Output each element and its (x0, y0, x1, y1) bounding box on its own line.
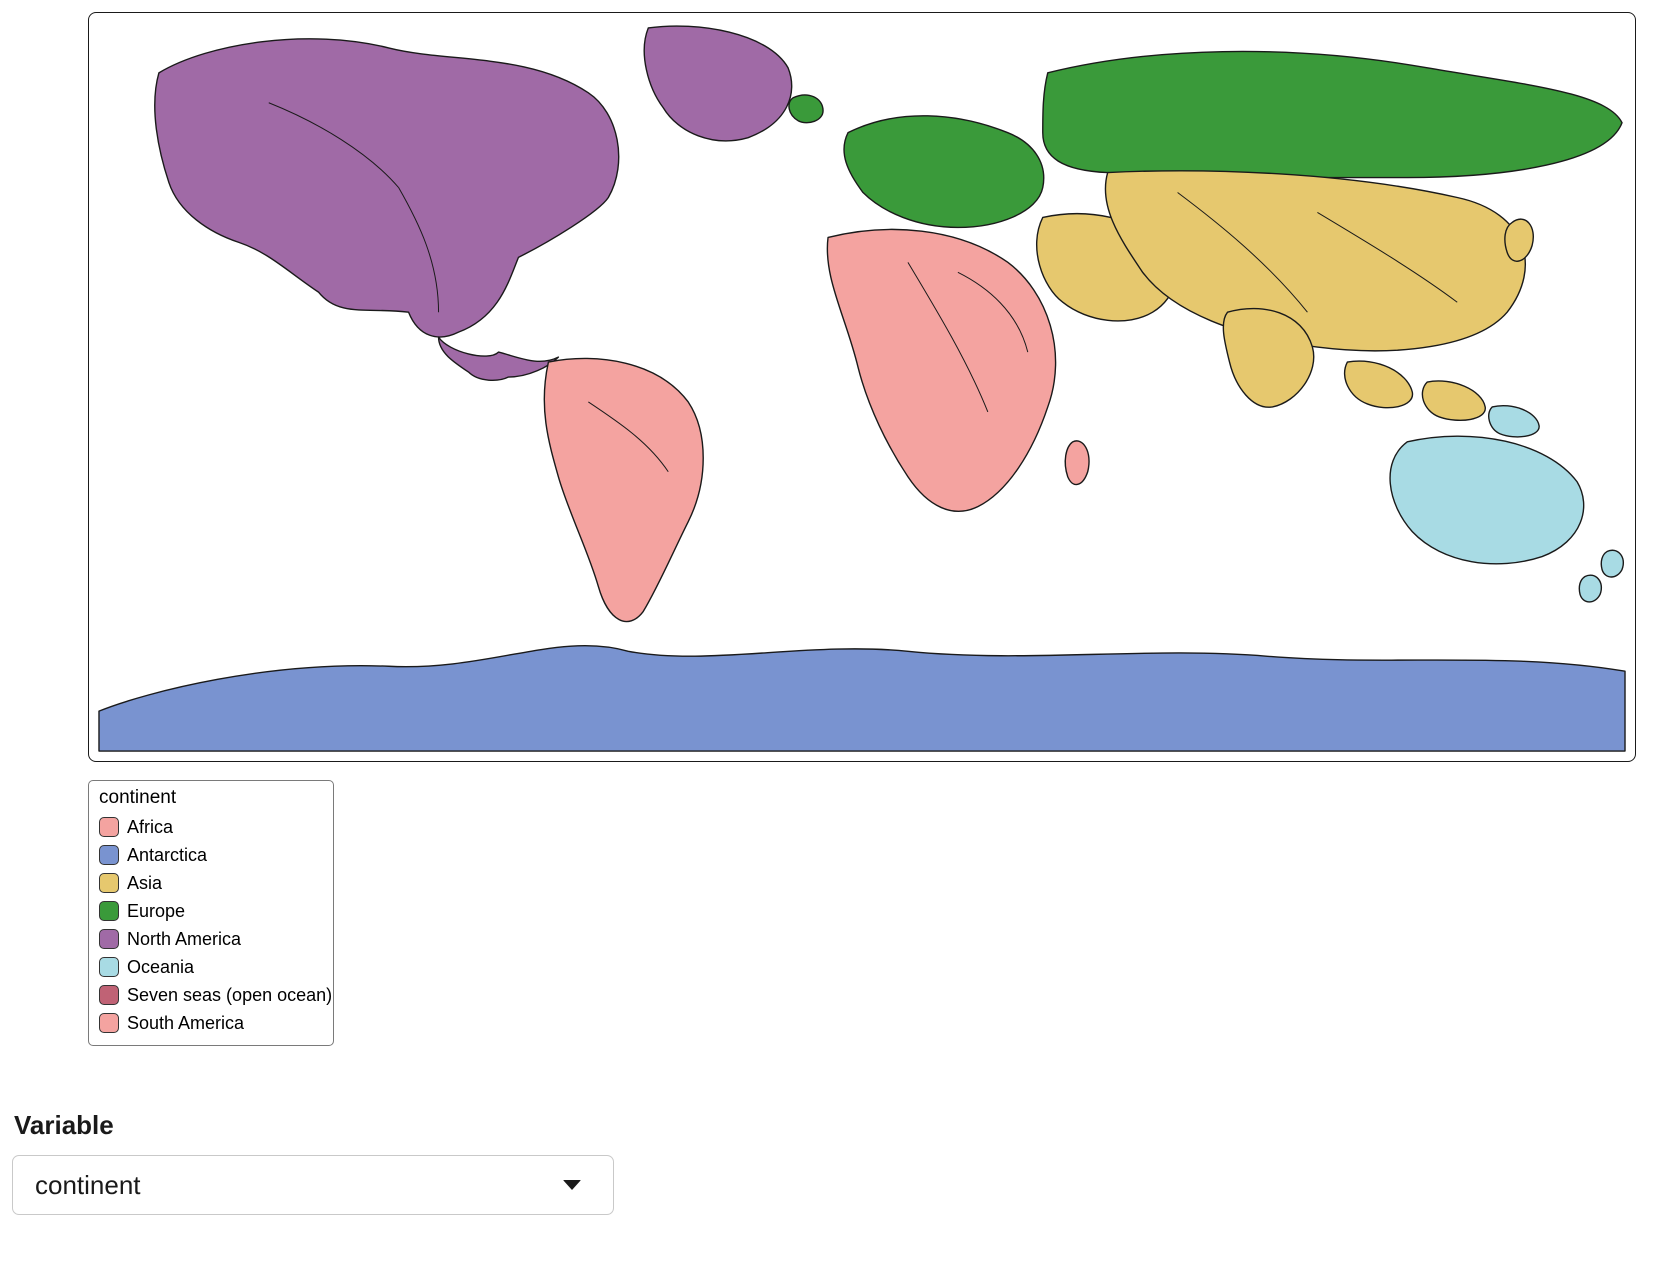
caret-down-icon (563, 1180, 581, 1190)
region-asia (1105, 171, 1525, 351)
region-japan (1505, 219, 1533, 261)
region-russia (1043, 51, 1622, 177)
variable-label: Variable (14, 1110, 1648, 1141)
legend-label: Seven seas (open ocean) (127, 985, 332, 1006)
legend-item: Europe (99, 897, 323, 925)
map-layers (99, 26, 1625, 751)
legend-item: North America (99, 925, 323, 953)
region-africa (827, 229, 1055, 511)
region-greenland (644, 26, 791, 141)
legend-title: continent (99, 787, 323, 809)
region-europe (844, 116, 1044, 228)
legend-item: South America (99, 1009, 323, 1037)
region-oceania (1390, 436, 1584, 564)
legend-item: Asia (99, 869, 323, 897)
world-map[interactable] (88, 12, 1636, 762)
map-legend: continent Africa Antarctica Asia Europe … (88, 780, 334, 1046)
region-se-asia (1345, 361, 1486, 420)
region-south-america (544, 358, 703, 621)
legend-label: North America (127, 929, 241, 950)
legend-label: Oceania (127, 957, 194, 978)
legend-item: Oceania (99, 953, 323, 981)
legend-swatch (99, 1013, 119, 1033)
variable-select[interactable]: continent (12, 1155, 614, 1215)
legend-swatch (99, 817, 119, 837)
legend-swatch (99, 929, 119, 949)
region-new-zealand (1579, 550, 1623, 602)
legend-swatch (99, 873, 119, 893)
legend-label: South America (127, 1013, 244, 1034)
legend-item: Seven seas (open ocean) (99, 981, 323, 1009)
legend-label: Europe (127, 901, 185, 922)
variable-select-value: continent (35, 1170, 141, 1201)
legend-item: Africa (99, 813, 323, 841)
legend-label: Africa (127, 817, 173, 838)
legend-label: Antarctica (127, 845, 207, 866)
legend-label: Asia (127, 873, 162, 894)
region-iceland (789, 95, 823, 123)
region-antarctica (99, 646, 1625, 751)
legend-swatch (99, 845, 119, 865)
region-png (1489, 406, 1539, 437)
region-madagascar (1065, 441, 1089, 485)
legend-swatch (99, 985, 119, 1005)
legend-swatch (99, 957, 119, 977)
legend-swatch (99, 901, 119, 921)
region-north-america (155, 39, 619, 337)
region-central-america (439, 337, 559, 380)
legend-item: Antarctica (99, 841, 323, 869)
variable-control: Variable continent (12, 1110, 1648, 1215)
